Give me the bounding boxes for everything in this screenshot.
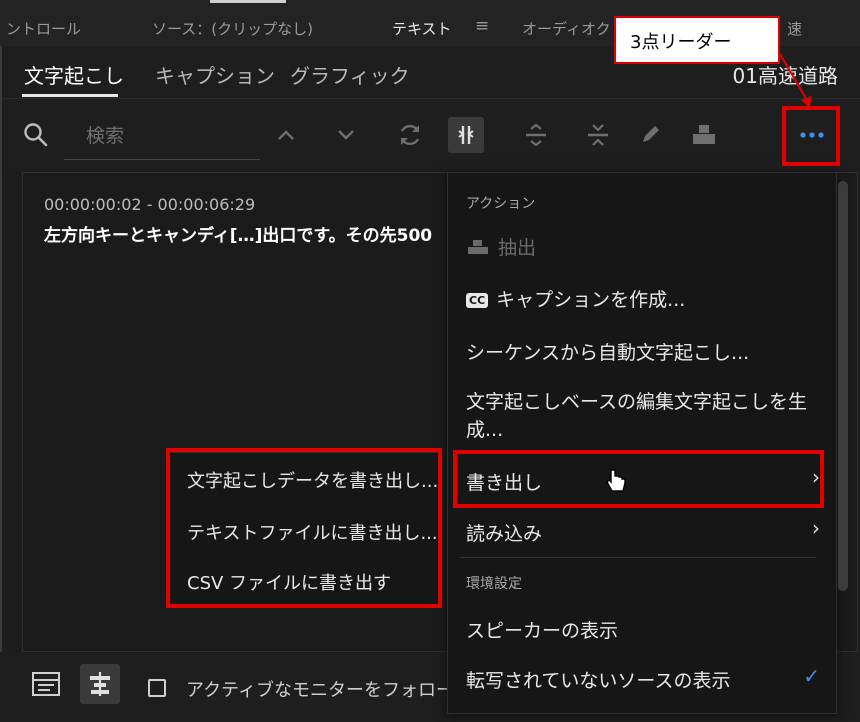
search-input[interactable]: 検索 [86,121,124,148]
split-icon[interactable] [448,117,484,153]
search-icon[interactable] [18,117,54,153]
menu-item-generate-line2[interactable]: 成... [466,415,503,442]
annotation-highlight-export [453,450,824,508]
checkmark-icon: ✓ [803,664,820,688]
tab-graphics[interactable]: グラフィック [290,60,410,89]
transcript-toolbar: 検索 [0,99,860,171]
timeline-view-icon[interactable] [26,664,66,704]
menu-scrollbar[interactable] [838,181,848,591]
tab-underline [22,94,118,97]
active-tab-indicator [210,0,286,3]
tab-source[interactable]: ソース：(クリップなし) [152,18,313,39]
segment-timecode: 00:00:00:02 - 00:00:06:29 [44,195,256,214]
panel-menu-icon[interactable]: ≡ [475,16,489,36]
extract-icon[interactable] [686,117,722,153]
follow-monitor-checkbox[interactable] [148,679,166,697]
menu-divider [460,557,816,558]
annotation-highlight-submenu [166,448,442,608]
segment-text[interactable]: 左方向キーとキャンディ[…]出口です。その先500 [44,221,432,246]
menu-item-extract: 抽出 [466,233,536,260]
unmerge-icon[interactable] [580,117,616,153]
annotation-highlight-more [782,106,840,166]
tab-audio[interactable]: オーディオク [522,18,611,39]
more-options-menu: アクション 抽出 CC キャプションを作成... シーケンスから自動文字起こし..… [447,172,848,714]
menu-item-create-captions[interactable]: CC キャプションを作成... [466,285,685,312]
annotation-callout: 3点リーダー [614,16,780,64]
tab-captions[interactable]: キャプション [155,60,275,89]
align-center-icon[interactable] [80,664,120,704]
search-underline [64,159,260,160]
menu-item-show-speakers[interactable]: スピーカーの表示 [466,616,618,643]
merge-icon[interactable] [518,117,554,153]
tab-overflow[interactable]: 速 [787,18,802,39]
tab-control[interactable]: ントロール [6,18,81,39]
chevron-down-icon[interactable] [328,117,364,153]
callout-text: 3点リーダー [630,32,732,53]
menu-header-action: アクション [466,196,536,212]
menu-item-show-untranscribed[interactable]: 転写されていないソースの表示 [466,666,730,693]
chevron-right-icon: › [812,516,820,540]
pencil-icon[interactable] [632,117,668,153]
extract-icon [466,238,490,254]
menu-item-auto-transcribe[interactable]: シーケンスから自動文字起こし... [466,338,749,365]
menu-header-prefs: 環境設定 [466,576,522,592]
follow-monitor-label: アクティブなモニターをフォロー [186,680,455,701]
tab-text[interactable]: テキスト [392,18,452,39]
cc-icon: CC [466,293,489,308]
menu-item-generate-line1[interactable]: 文字起こしベースの編集文字起こしを生 [466,387,807,414]
refresh-icon[interactable] [392,117,428,153]
chevron-up-icon[interactable] [268,117,304,153]
menu-item-import[interactable]: 読み込み [466,519,542,546]
tab-transcript[interactable]: 文字起こし [24,60,124,89]
annotation-arrow [779,53,811,108]
panel-left-edge [0,46,2,722]
